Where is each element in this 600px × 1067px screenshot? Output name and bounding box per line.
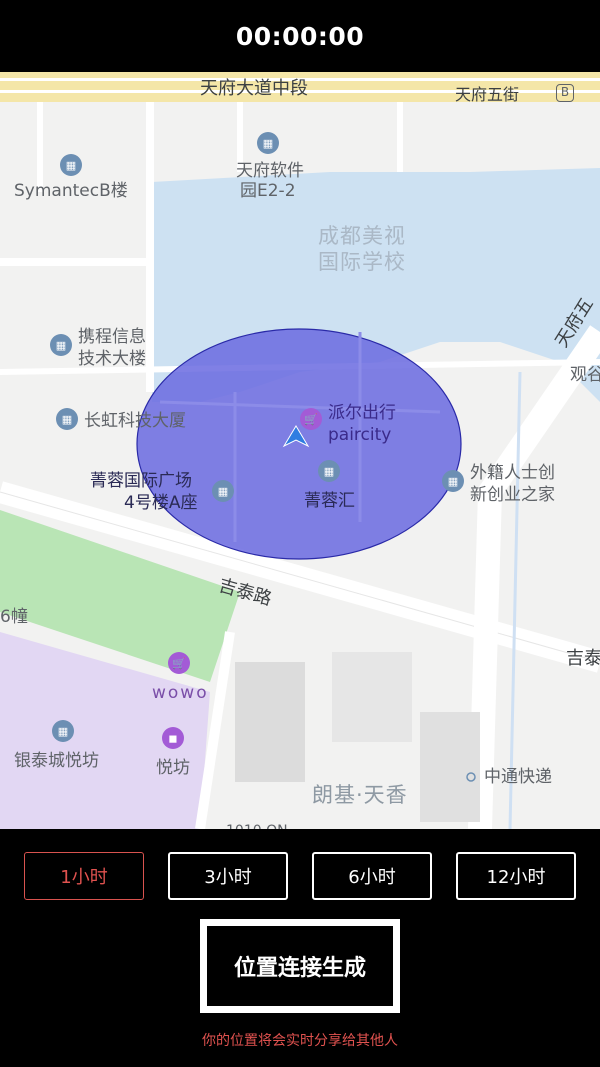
building-pin-icon: ▦ <box>60 154 82 176</box>
label-ctrip-2: 技术大楼 <box>78 349 146 369</box>
label-foreign-1: 外籍人士创 <box>470 463 555 483</box>
label-foreign-2: 新创业之家 <box>470 485 555 505</box>
label-paircity-cn: 派尔出行 <box>328 403 396 423</box>
label-tianfu-software-2: 园E2-2 <box>240 181 296 201</box>
duration-12h-button[interactable]: 12小时 <box>456 852 576 900</box>
label-jingrong-plaza-2: 4号楼A座 <box>124 493 198 513</box>
label-changhong: 长虹科技大厦 <box>84 411 186 431</box>
label-road-jitai-right: 吉泰 <box>566 648 600 669</box>
share-notice: 你的位置将会实时分享给其他人 <box>202 1033 398 1049</box>
building-pin-icon: ▦ <box>50 334 72 356</box>
generate-link-label: 位置连接生成 <box>207 926 393 1006</box>
duration-1h-button[interactable]: 1小时 <box>24 852 144 900</box>
label-school-2: 国际学校 <box>318 250 406 274</box>
generate-link-button[interactable]: 位置连接生成 <box>200 919 400 1013</box>
label-symantec: SymantecB楼 <box>14 181 128 201</box>
label-paircity-en: paircity <box>328 425 392 445</box>
label-building-6: 6幢 <box>0 607 28 627</box>
shop-cart-icon: 🛒 <box>300 408 322 430</box>
building-pin-icon: ▦ <box>212 480 234 502</box>
building-pin-icon: ▦ <box>52 720 74 742</box>
shop-cart-icon: 🛒 <box>168 652 190 674</box>
share-timer: 00:00:00 <box>235 21 365 51</box>
label-jingrong-plaza-1: 菁蓉国际广场 <box>90 471 192 491</box>
label-yintai: 银泰城悦坊 <box>14 751 99 771</box>
building-pin-icon: ▦ <box>56 408 78 430</box>
label-school-1: 成都美视 <box>318 224 406 248</box>
building-pin-icon: ▦ <box>257 132 279 154</box>
label-ctrip-1: 携程信息 <box>78 327 146 347</box>
controls-panel: 1小时 3小时 6小时 12小时 位置连接生成 你的位置将会实时分享给其他人 <box>0 829 600 1067</box>
label-zto: 中通快递 <box>484 767 552 787</box>
label-tianfu-software-1: 天府软件 <box>236 161 304 181</box>
duration-3h-button[interactable]: 3小时 <box>168 852 288 900</box>
metro-b-icon: B <box>556 84 574 102</box>
label-langji: 朗基·天香 <box>312 783 408 807</box>
building-block <box>235 662 305 782</box>
share-radius-circle <box>136 328 462 560</box>
top-bar: 00:00:00 <box>0 0 600 72</box>
duration-6h-button[interactable]: 6小时 <box>312 852 432 900</box>
label-tianfu-avenue: 天府大道中段 <box>200 78 308 99</box>
label-jingrong-hui: 菁蓉汇 <box>304 491 355 511</box>
building-pin-icon: ▦ <box>318 460 340 482</box>
label-bottom-cut: 1010 ON <box>226 820 288 829</box>
map-view[interactable]: 天府大道中段 天府五街 B ▦ SymantecB楼 ▦ 天府软件 园E2-2 … <box>0 72 600 829</box>
label-tianfu-5th-street: 天府五街 <box>455 85 520 104</box>
building-pin-icon: ▦ <box>442 470 464 492</box>
label-wowo: wowo <box>152 683 209 703</box>
shop-bag-icon: ◼ <box>162 727 184 749</box>
label-guan: 观谷 <box>570 365 600 385</box>
label-yuefang: 悦坊 <box>156 758 190 778</box>
